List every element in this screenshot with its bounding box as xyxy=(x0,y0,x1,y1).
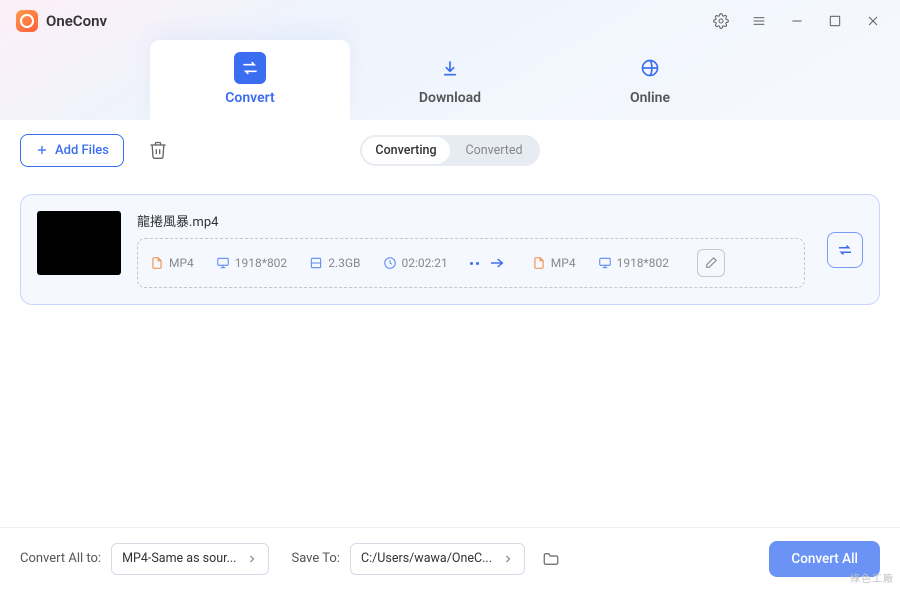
convert-all-to-value: MP4-Same as sour... xyxy=(122,551,236,566)
maximize-button[interactable] xyxy=(818,6,852,36)
target-format-value: MP4 xyxy=(551,256,576,270)
title-bar: OneConv xyxy=(0,0,900,42)
save-to-select[interactable]: C:/Users/wawa/OneC... xyxy=(350,543,525,575)
tab-download[interactable]: Download xyxy=(350,40,550,120)
bottom-bar: Convert All to: MP4-Same as sour... Save… xyxy=(0,527,900,589)
monitor-icon xyxy=(598,256,612,270)
convert-icon xyxy=(234,52,266,84)
file-info-panel: MP4 1918*802 2.3GB 02:02:21 xyxy=(137,238,805,288)
segment-converted[interactable]: Converted xyxy=(450,137,538,164)
tab-convert[interactable]: Convert xyxy=(150,40,350,120)
menu-icon xyxy=(751,13,767,29)
file-name: 龍捲風暴.mp4 xyxy=(137,211,805,230)
gear-icon xyxy=(713,13,729,29)
maximize-icon xyxy=(827,13,843,29)
trash-icon xyxy=(148,140,168,160)
save-to-value: C:/Users/wawa/OneC... xyxy=(361,551,492,566)
convert-all-button[interactable]: Convert All xyxy=(769,541,880,577)
main-tabs: Convert Download Online xyxy=(0,42,900,120)
open-folder-button[interactable] xyxy=(535,543,567,575)
source-resolution-value: 1918*802 xyxy=(235,256,287,270)
conversion-arrow xyxy=(470,255,510,271)
target-resolution-chip: 1918*802 xyxy=(598,256,669,270)
source-format-chip: MP4 xyxy=(150,256,194,270)
window-controls xyxy=(704,6,890,36)
edit-icon xyxy=(703,256,718,271)
storage-icon xyxy=(309,256,323,270)
edit-target-button[interactable] xyxy=(697,249,725,277)
minimize-icon xyxy=(789,13,805,29)
download-icon xyxy=(434,52,466,84)
chevron-right-icon xyxy=(502,553,514,565)
save-to-label: Save To: xyxy=(291,551,339,566)
arrow-right-icon xyxy=(484,255,510,271)
target-format-chip: MP4 xyxy=(532,256,576,270)
close-icon xyxy=(865,13,881,29)
file-convert-button[interactable] xyxy=(827,232,863,268)
swap-icon xyxy=(836,241,854,259)
tab-download-label: Download xyxy=(419,90,481,106)
online-icon xyxy=(634,52,666,84)
source-duration-chip: 02:02:21 xyxy=(383,256,448,270)
app-logo: OneConv xyxy=(16,10,107,32)
segment-converting[interactable]: Converting xyxy=(362,137,450,164)
source-size-value: 2.3GB xyxy=(328,256,360,270)
file-icon xyxy=(150,256,164,270)
settings-button[interactable] xyxy=(704,6,738,36)
tab-convert-label: Convert xyxy=(225,90,274,106)
minimize-button[interactable] xyxy=(780,6,814,36)
file-thumbnail xyxy=(37,211,121,275)
add-files-label: Add Files xyxy=(55,143,109,158)
chevron-right-icon xyxy=(246,553,258,565)
tab-online-label: Online xyxy=(630,90,670,106)
logo-icon xyxy=(16,10,38,32)
toolbar: Add Files Converting Converted xyxy=(0,120,900,180)
file-item: 龍捲風暴.mp4 MP4 1918*802 2.3GB 02:02:21 xyxy=(20,194,880,305)
file-icon xyxy=(532,256,546,270)
add-files-button[interactable]: Add Files xyxy=(20,134,124,167)
source-size-chip: 2.3GB xyxy=(309,256,360,270)
target-resolution-value: 1918*802 xyxy=(617,256,669,270)
folder-icon xyxy=(542,550,560,568)
file-list: 龍捲風暴.mp4 MP4 1918*802 2.3GB 02:02:21 xyxy=(0,180,900,527)
convert-all-to-label: Convert All to: xyxy=(20,551,101,566)
source-duration-value: 02:02:21 xyxy=(402,256,448,270)
app-title: OneConv xyxy=(46,12,107,30)
clock-icon xyxy=(383,256,397,270)
plus-icon xyxy=(35,143,49,157)
monitor-icon xyxy=(216,256,230,270)
menu-button[interactable] xyxy=(742,6,776,36)
delete-button[interactable] xyxy=(140,132,176,168)
source-format-value: MP4 xyxy=(169,256,194,270)
tab-online[interactable]: Online xyxy=(550,40,750,120)
source-resolution-chip: 1918*802 xyxy=(216,256,287,270)
close-button[interactable] xyxy=(856,6,890,36)
status-segmented-control: Converting Converted xyxy=(360,135,540,166)
convert-all-to-select[interactable]: MP4-Same as sour... xyxy=(111,543,269,575)
